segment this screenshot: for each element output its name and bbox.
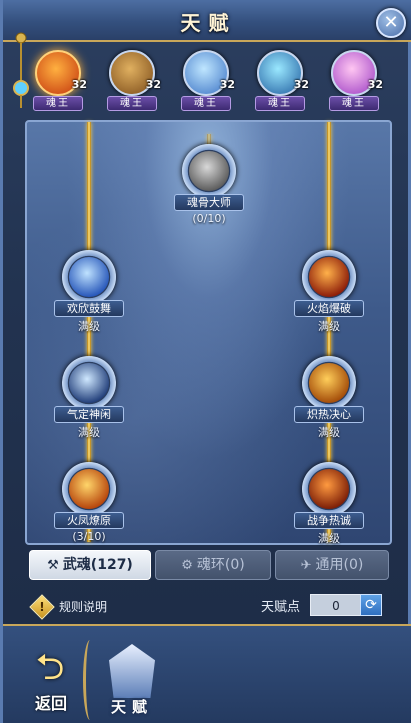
talent-node-right-1[interactable]: 火焰爆破 满级 bbox=[292, 250, 366, 344]
talent-node-left-1[interactable]: 欢欣鼓舞 满级 bbox=[52, 250, 126, 344]
header-bar: 天赋 ✕ bbox=[3, 0, 411, 42]
back-button[interactable]: ⮌ 返回 bbox=[21, 646, 81, 716]
soul-label: 魂王 bbox=[255, 96, 305, 111]
general-icon: ✈ bbox=[300, 558, 312, 573]
talent-category-tabs: ⚒ 武魂(127) ⚙ 魂环(0) ✈ 通用(0) bbox=[29, 550, 389, 580]
talent-status: 满级 bbox=[318, 426, 340, 439]
soul-level: 32 bbox=[145, 78, 161, 91]
talent-points: 天赋点 0 ⟳ bbox=[261, 594, 382, 618]
soul-label: 魂王 bbox=[33, 96, 83, 111]
talent-status: 满级 bbox=[78, 426, 100, 439]
soul-tab-5[interactable]: 32 魂王 bbox=[327, 46, 383, 114]
soul-label: 魂王 bbox=[107, 96, 157, 111]
talent-status: 满级 bbox=[318, 320, 340, 333]
talent-name: 气定神闲 bbox=[54, 406, 124, 423]
soul-tab-2[interactable]: 32 魂王 bbox=[105, 46, 161, 114]
talent-points-label: 天赋点 bbox=[260, 599, 300, 615]
talent-emblem-icon bbox=[109, 644, 155, 698]
page-title: 天赋 bbox=[180, 11, 237, 35]
soul-selector: 32 魂王 32 魂王 32 魂王 32 魂王 32 魂王 bbox=[31, 46, 396, 116]
close-icon: ✕ bbox=[383, 12, 399, 33]
talent-name: 战争热诚 bbox=[294, 512, 364, 529]
soul-label: 魂王 bbox=[181, 96, 231, 111]
soul-level: 32 bbox=[293, 78, 309, 91]
talent-node-left-3[interactable]: 火凤燎原 (3/10) bbox=[52, 462, 126, 556]
game-window: 天赋 ✕ 32 魂王 32 魂王 32 魂王 32 魂王 32 魂王 魂骨大师 (0/10) 欢欣… bbox=[0, 0, 411, 723]
blade-icon bbox=[69, 363, 109, 403]
tab-tongyong[interactable]: ✈ 通用(0) bbox=[275, 550, 389, 580]
bottom-bar: ⮌ 返回 天赋 bbox=[3, 624, 411, 723]
soul-tab-3[interactable]: 32 魂王 bbox=[179, 46, 235, 114]
hammer-icon: ⚒ bbox=[47, 558, 59, 573]
back-arrow-icon: ⮌ bbox=[35, 647, 65, 688]
talent-status: 满级 bbox=[78, 320, 100, 333]
fire-warrior-icon bbox=[309, 469, 349, 509]
chain-ornament-icon bbox=[13, 32, 29, 108]
armor-icon bbox=[189, 151, 229, 191]
soul-level: 32 bbox=[219, 78, 235, 91]
ring-icon: ⚙ bbox=[181, 558, 193, 573]
talent-name: 魂骨大师 bbox=[174, 194, 244, 211]
soul-level: 32 bbox=[71, 78, 87, 91]
lightning-orb-icon bbox=[69, 257, 109, 297]
talent-status: 满级 bbox=[318, 532, 340, 545]
talent-node-right-2[interactable]: 炽热决心 满级 bbox=[292, 356, 366, 450]
rules-button[interactable]: ! 规则说明 bbox=[29, 593, 107, 620]
close-button[interactable]: ✕ bbox=[376, 8, 406, 38]
talent-node-right-3[interactable]: 战争热诚 满级 bbox=[292, 462, 366, 556]
talent-board: 魂骨大师 (0/10) 欢欣鼓舞 满级 气定神闲 满级 火凤燎原 (3/10) … bbox=[25, 120, 392, 545]
tab-hunhuan[interactable]: ⚙ 魂环(0) bbox=[155, 550, 271, 580]
talent-tab-button[interactable]: 天赋 bbox=[99, 644, 165, 720]
talent-status: (3/10) bbox=[72, 530, 106, 543]
talent-status: (0/10) bbox=[192, 212, 226, 225]
soul-level: 32 bbox=[367, 78, 383, 91]
refresh-button[interactable]: ⟳ bbox=[360, 594, 382, 616]
divider bbox=[83, 640, 97, 720]
talent-points-value: 0 bbox=[310, 594, 362, 616]
flame-orb-icon bbox=[309, 363, 349, 403]
talent-name: 欢欣鼓舞 bbox=[54, 300, 124, 317]
talent-node-left-2[interactable]: 气定神闲 满级 bbox=[52, 356, 126, 450]
talent-name: 火凤燎原 bbox=[54, 512, 124, 529]
soul-label: 魂王 bbox=[329, 96, 379, 111]
soul-tab-1[interactable]: 32 魂王 bbox=[31, 46, 87, 114]
talent-name: 炽热决心 bbox=[294, 406, 364, 423]
phoenix-icon bbox=[69, 469, 109, 509]
refresh-icon: ⟳ bbox=[365, 597, 377, 613]
soul-tab-4[interactable]: 32 魂王 bbox=[253, 46, 309, 114]
talent-node-top[interactable]: 魂骨大师 (0/10) bbox=[172, 144, 246, 238]
warning-icon: ! bbox=[29, 593, 55, 620]
fire-burst-icon bbox=[309, 257, 349, 297]
tab-wuhun[interactable]: ⚒ 武魂(127) bbox=[29, 550, 151, 580]
talent-name: 火焰爆破 bbox=[294, 300, 364, 317]
